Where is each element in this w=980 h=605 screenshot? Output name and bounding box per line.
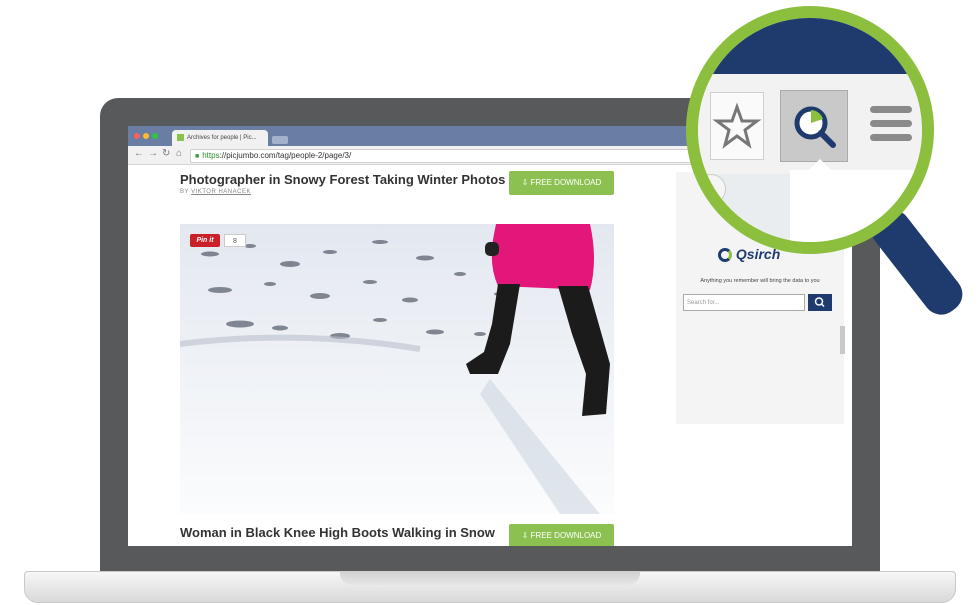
pinterest-pin-button[interactable]: Pin it xyxy=(190,234,220,247)
reload-icon[interactable]: ↻ xyxy=(162,148,170,159)
post-title[interactable]: Photographer in Snowy Forest Taking Wint… xyxy=(180,172,505,187)
qsirch-search-input[interactable]: Search for... xyxy=(683,294,805,311)
favicon-icon xyxy=(177,133,184,141)
tab-title: Archives for people | Pic... xyxy=(187,135,257,141)
pin-count: 8 xyxy=(224,234,246,247)
download-label: FREE DOWNLOAD xyxy=(530,531,602,540)
free-download-button[interactable]: ⇩ FREE DOWNLOAD xyxy=(509,524,614,546)
search-icon xyxy=(814,297,825,308)
magnifier-lens xyxy=(698,18,922,242)
back-icon[interactable]: ← xyxy=(134,148,144,159)
post-byline: BY VIKTOR HANACEK xyxy=(180,189,251,195)
download-label: FREE DOWNLOAD xyxy=(530,178,602,187)
star-icon xyxy=(712,102,762,149)
laptop-notch xyxy=(340,571,640,585)
url-path: ://picjumbo.com/tag/people-2/page/3/ xyxy=(219,151,352,160)
photo-illustration xyxy=(180,224,614,514)
free-download-button[interactable]: ⇩ FREE DOWNLOAD xyxy=(509,171,614,195)
qsirch-logo: Qsirch xyxy=(718,246,780,263)
url-scheme: https xyxy=(202,151,220,160)
post-title[interactable]: Woman in Black Knee High Boots Walking i… xyxy=(180,525,495,540)
qsirch-search-button[interactable] xyxy=(808,294,832,311)
menu-icon[interactable] xyxy=(870,106,912,144)
download-icon: ⇩ xyxy=(521,531,529,540)
minimize-window-dot[interactable] xyxy=(143,133,149,139)
close-window-dot[interactable] xyxy=(134,133,140,139)
zoomed-tab-bar xyxy=(698,18,922,74)
scrollbar-thumb[interactable] xyxy=(840,326,845,354)
maximize-window-dot[interactable] xyxy=(152,133,158,139)
browser-tab[interactable]: Archives for people | Pic... xyxy=(172,130,268,146)
forward-icon[interactable]: → xyxy=(148,148,158,159)
qsirch-logo-icon xyxy=(718,248,732,263)
author-link[interactable]: VIKTOR HANACEK xyxy=(191,189,251,195)
qsirch-extension-button[interactable] xyxy=(780,90,848,162)
new-tab-button[interactable] xyxy=(272,136,288,144)
qsirch-tagline: Anything you remember will bring the dat… xyxy=(700,278,820,284)
zoomed-popup xyxy=(790,170,920,242)
byline-prefix: BY xyxy=(180,189,189,195)
lock-icon: ■ xyxy=(195,153,200,160)
home-icon[interactable]: ⌂ xyxy=(176,148,182,159)
download-icon: ⇩ xyxy=(521,178,529,187)
bookmark-star-button[interactable] xyxy=(710,92,764,160)
zoomed-calendar-icon xyxy=(698,174,726,204)
qsirch-icon xyxy=(794,106,836,148)
snow-walk-photo[interactable] xyxy=(180,224,614,514)
